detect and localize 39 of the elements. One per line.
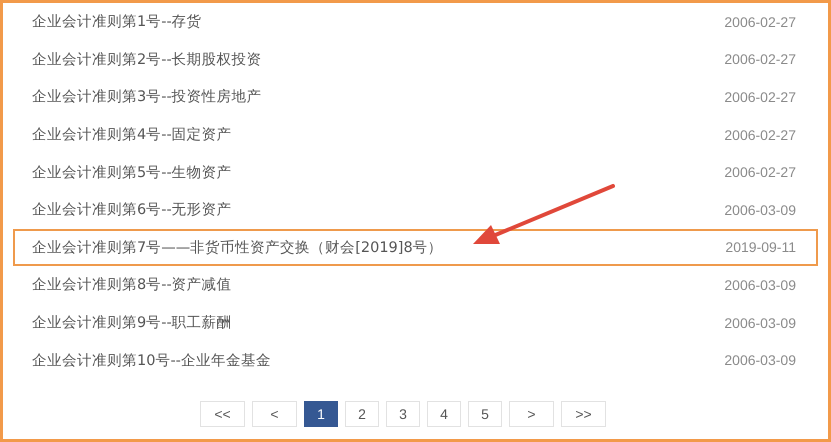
row-date: 2006-02-27 [724, 14, 796, 30]
list-row[interactable]: 企业会计准则第8号--资产减值 2006-03-09 [13, 266, 818, 304]
pager-nav-button[interactable]: << [200, 400, 245, 427]
list-row[interactable]: 企业会计准则第9号--职工薪酬 2006-03-09 [13, 304, 818, 342]
list-row[interactable]: 企业会计准则第2号--长期股权投资 2006-02-27 [13, 40, 818, 78]
row-title: 企业会计准则第9号--职工薪酬 [32, 314, 232, 332]
page-button[interactable]: 2 [345, 400, 379, 427]
pager-nav-button[interactable]: > [509, 400, 554, 427]
row-date: 2006-03-09 [724, 276, 796, 293]
row-date: 2006-03-09 [724, 352, 796, 368]
row-date: 2006-03-09 [724, 314, 796, 331]
row-title: 企业会计准则第8号--资产减值 [32, 276, 232, 294]
row-title: 企业会计准则第3号--投资性房地产 [32, 88, 262, 106]
highlighted-row[interactable]: 企业会计准则第7号——非货币性资产交换（财会[2019]8号） 2019-09-11 [13, 228, 818, 266]
row-date: 2019-09-11 [725, 239, 796, 256]
page-button[interactable]: 3 [386, 400, 420, 427]
row-title: 企业会计准则第2号--长期股权投资 [32, 50, 262, 69]
pager-nav-button[interactable]: < [252, 400, 297, 427]
row-date: 2006-02-27 [724, 164, 796, 180]
list-row[interactable]: 企业会计准则第6号--无形资产 2006-03-09 [13, 190, 818, 229]
pager-nav-button[interactable]: >> [561, 400, 606, 427]
list-row[interactable]: 企业会计准则第3号--投资性房地产 2006-02-27 [13, 78, 818, 116]
list-row[interactable]: 企业会计准则第10号--企业年金基金 2006-03-09 [13, 341, 818, 379]
row-date: 2006-02-27 [724, 88, 796, 105]
row-date: 2006-02-27 [724, 126, 796, 143]
page-button[interactable]: 1 [304, 400, 338, 427]
row-title: 企业会计准则第1号--存货 [32, 13, 202, 32]
list-row[interactable]: 企业会计准则第4号--固定资产 2006-02-27 [13, 116, 818, 154]
list-row[interactable]: 企业会计准则第1号--存货 2006-02-27 [13, 3, 818, 41]
list-row[interactable]: 企业会计准则第5号--生物资产 2006-02-27 [13, 153, 818, 191]
row-title: 企业会计准则第7号——非货币性资产交换（财会[2019]8号） [32, 238, 443, 257]
page-button[interactable]: 4 [427, 400, 461, 427]
row-title: 企业会计准则第5号--生物资产 [32, 164, 232, 182]
page-button[interactable]: 5 [468, 400, 502, 427]
row-title: 企业会计准则第10号--企业年金基金 [32, 352, 271, 370]
row-title: 企业会计准则第6号--无形资产 [32, 201, 232, 220]
row-date: 2006-02-27 [724, 51, 796, 68]
row-title: 企业会计准则第4号--固定资产 [32, 126, 232, 144]
row-date: 2006-03-09 [724, 202, 796, 218]
